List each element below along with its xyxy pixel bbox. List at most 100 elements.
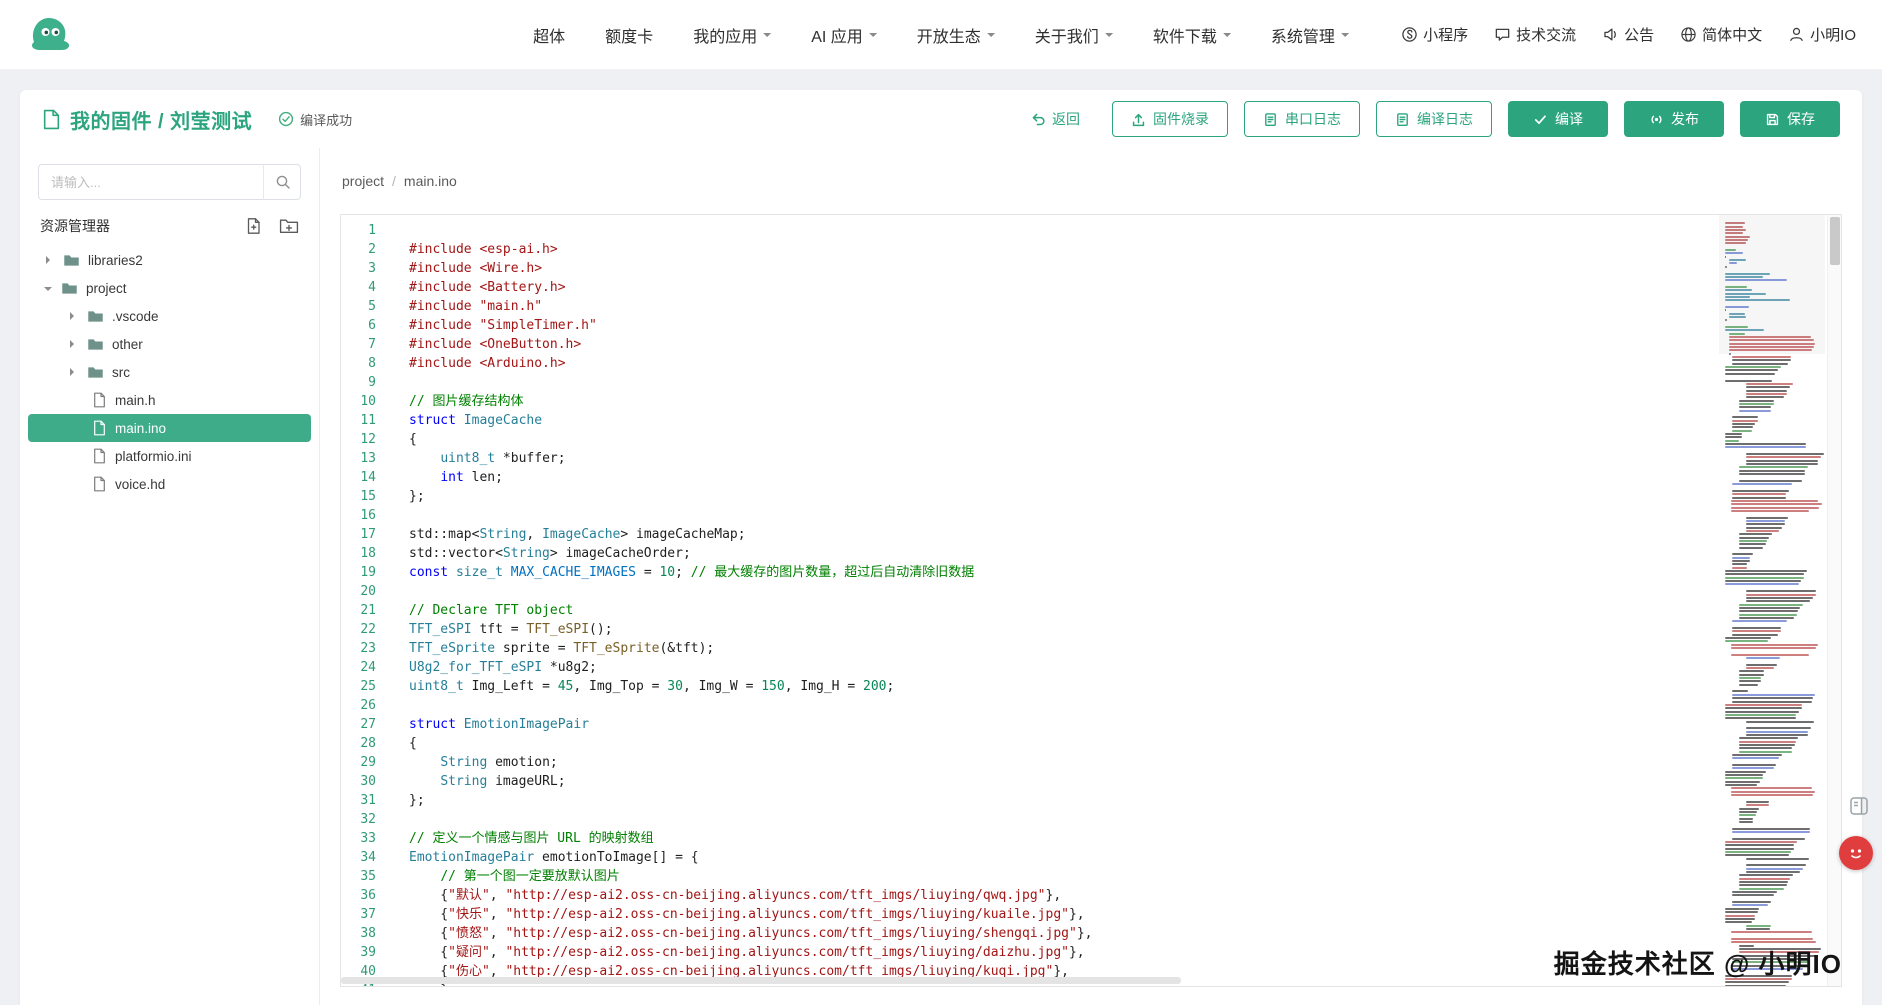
line-number[interactable]: 34: [341, 848, 376, 867]
nav-utility-3[interactable]: 简体中文: [1680, 24, 1762, 45]
minimap[interactable]: [1719, 215, 1825, 986]
code-line[interactable]: String imageURL;: [409, 772, 1841, 791]
tree-item-other[interactable]: other: [28, 330, 311, 358]
nav-utility-1[interactable]: 技术交流: [1494, 24, 1576, 45]
line-number[interactable]: 19: [341, 563, 376, 582]
code-line[interactable]: #include <OneButton.h>: [409, 335, 1841, 354]
line-number[interactable]: 11: [341, 411, 376, 430]
line-number[interactable]: 22: [341, 620, 376, 639]
line-number[interactable]: 33: [341, 829, 376, 848]
code-line[interactable]: String emotion;: [409, 753, 1841, 772]
line-number[interactable]: 18: [341, 544, 376, 563]
nav-item-4[interactable]: 开放生态: [917, 23, 995, 47]
nav-utility-2[interactable]: 公告: [1602, 24, 1654, 45]
tree-item-.vscode[interactable]: .vscode: [28, 302, 311, 330]
code-line[interactable]: [409, 696, 1841, 715]
code-line[interactable]: EmotionImagePair emotionToImage[] = {: [409, 848, 1841, 867]
chevron-right-icon[interactable]: [70, 340, 78, 348]
breadcrumb-file[interactable]: main.ino: [404, 173, 457, 189]
search-input[interactable]: [38, 164, 301, 200]
line-number[interactable]: 16: [341, 506, 376, 525]
line-number[interactable]: 32: [341, 810, 376, 829]
tree-item-voice.hd[interactable]: voice.hd: [28, 470, 311, 498]
code-line[interactable]: std::vector<String> imageCacheOrder;: [409, 544, 1841, 563]
line-number[interactable]: 14: [341, 468, 376, 487]
code-line[interactable]: uint8_t *buffer;: [409, 449, 1841, 468]
line-number[interactable]: 38: [341, 924, 376, 943]
nav-item-1[interactable]: 额度卡: [605, 23, 653, 47]
line-number[interactable]: 35: [341, 867, 376, 886]
chevron-right-icon[interactable]: [70, 368, 78, 376]
chevron-right-icon[interactable]: [46, 256, 54, 264]
line-number[interactable]: 29: [341, 753, 376, 772]
new-file-icon[interactable]: [245, 217, 263, 235]
save-button[interactable]: 保存: [1740, 101, 1840, 137]
code-line[interactable]: uint8_t Img_Left = 45, Img_Top = 30, Img…: [409, 677, 1841, 696]
code-line[interactable]: U8g2_for_TFT_eSPI *u8g2;: [409, 658, 1841, 677]
nav-item-0[interactable]: 超体: [533, 23, 565, 47]
code-line[interactable]: };: [409, 791, 1841, 810]
code-line[interactable]: #include <Battery.h>: [409, 278, 1841, 297]
line-number[interactable]: 24: [341, 658, 376, 677]
code-line[interactable]: // 定义一个情感与图片 URL 的映射数组: [409, 829, 1841, 848]
code-line[interactable]: [409, 582, 1841, 601]
nav-item-5[interactable]: 关于我们: [1035, 23, 1113, 47]
line-number[interactable]: 15: [341, 487, 376, 506]
nav-utility-4[interactable]: 小明IO: [1788, 24, 1856, 45]
code-line[interactable]: const size_t MAX_CACHE_IMAGES = 10; // 最…: [409, 563, 1841, 582]
line-number[interactable]: 4: [341, 278, 376, 297]
code-line[interactable]: #include <Arduino.h>: [409, 354, 1841, 373]
code-line[interactable]: TFT_eSPI tft = TFT_eSPI();: [409, 620, 1841, 639]
line-number[interactable]: 1: [341, 221, 376, 240]
compile-log-button[interactable]: 编译日志: [1376, 101, 1492, 137]
float-assistant-badge[interactable]: [1839, 836, 1873, 870]
nav-item-6[interactable]: 软件下载: [1153, 23, 1231, 47]
code-line[interactable]: int len;: [409, 468, 1841, 487]
float-panel-icon[interactable]: [1849, 796, 1869, 821]
line-number[interactable]: 5: [341, 297, 376, 316]
line-number[interactable]: 31: [341, 791, 376, 810]
line-number[interactable]: 37: [341, 905, 376, 924]
line-number[interactable]: 2: [341, 240, 376, 259]
code-line[interactable]: struct EmotionImagePair: [409, 715, 1841, 734]
code-line[interactable]: #include "SimpleTimer.h": [409, 316, 1841, 335]
nav-item-2[interactable]: 我的应用: [693, 23, 771, 47]
line-number[interactable]: 25: [341, 677, 376, 696]
tree-item-libraries2[interactable]: libraries2: [28, 246, 311, 274]
code-content[interactable]: #include <esp-ai.h>#include <Wire.h>#inc…: [389, 215, 1841, 986]
line-number[interactable]: 13: [341, 449, 376, 468]
tree-item-main.h[interactable]: main.h: [28, 386, 311, 414]
tree-item-project[interactable]: project: [28, 274, 311, 302]
line-number[interactable]: 27: [341, 715, 376, 734]
line-number[interactable]: 28: [341, 734, 376, 753]
code-line[interactable]: struct ImageCache: [409, 411, 1841, 430]
code-line[interactable]: std::map<String, ImageCache> imageCacheM…: [409, 525, 1841, 544]
nav-utility-0[interactable]: 小程序: [1401, 24, 1468, 45]
code-line[interactable]: [409, 506, 1841, 525]
line-number[interactable]: 12: [341, 430, 376, 449]
app-logo[interactable]: [26, 12, 72, 58]
publish-button[interactable]: 发布: [1624, 101, 1724, 137]
code-line[interactable]: {"快乐", "http://esp-ai2.oss-cn-beijing.al…: [409, 905, 1841, 924]
new-folder-icon[interactable]: [279, 217, 299, 235]
code-line[interactable]: #include <Wire.h>: [409, 259, 1841, 278]
line-number[interactable]: 36: [341, 886, 376, 905]
horizontal-scrollbar[interactable]: [341, 977, 1181, 984]
code-line[interactable]: [409, 373, 1841, 392]
line-number[interactable]: 26: [341, 696, 376, 715]
nav-item-7[interactable]: 系统管理: [1271, 23, 1349, 47]
tree-item-src[interactable]: src: [28, 358, 311, 386]
code-line[interactable]: {: [409, 430, 1841, 449]
chevron-down-icon[interactable]: [44, 287, 52, 295]
line-number[interactable]: 8: [341, 354, 376, 373]
nav-item-3[interactable]: AI 应用: [811, 23, 877, 47]
code-line[interactable]: {: [409, 734, 1841, 753]
code-line[interactable]: TFT_eSprite sprite = TFT_eSprite(&tft);: [409, 639, 1841, 658]
vertical-scrollbar[interactable]: [1827, 215, 1841, 986]
code-line[interactable]: #include "main.h": [409, 297, 1841, 316]
code-editor[interactable]: 1234567891011121314151617181920212223242…: [340, 214, 1842, 987]
line-number[interactable]: 10: [341, 392, 376, 411]
code-line[interactable]: {"愤怒", "http://esp-ai2.oss-cn-beijing.al…: [409, 924, 1841, 943]
back-button[interactable]: 返回: [1031, 109, 1080, 129]
code-line[interactable]: {"默认", "http://esp-ai2.oss-cn-beijing.al…: [409, 886, 1841, 905]
